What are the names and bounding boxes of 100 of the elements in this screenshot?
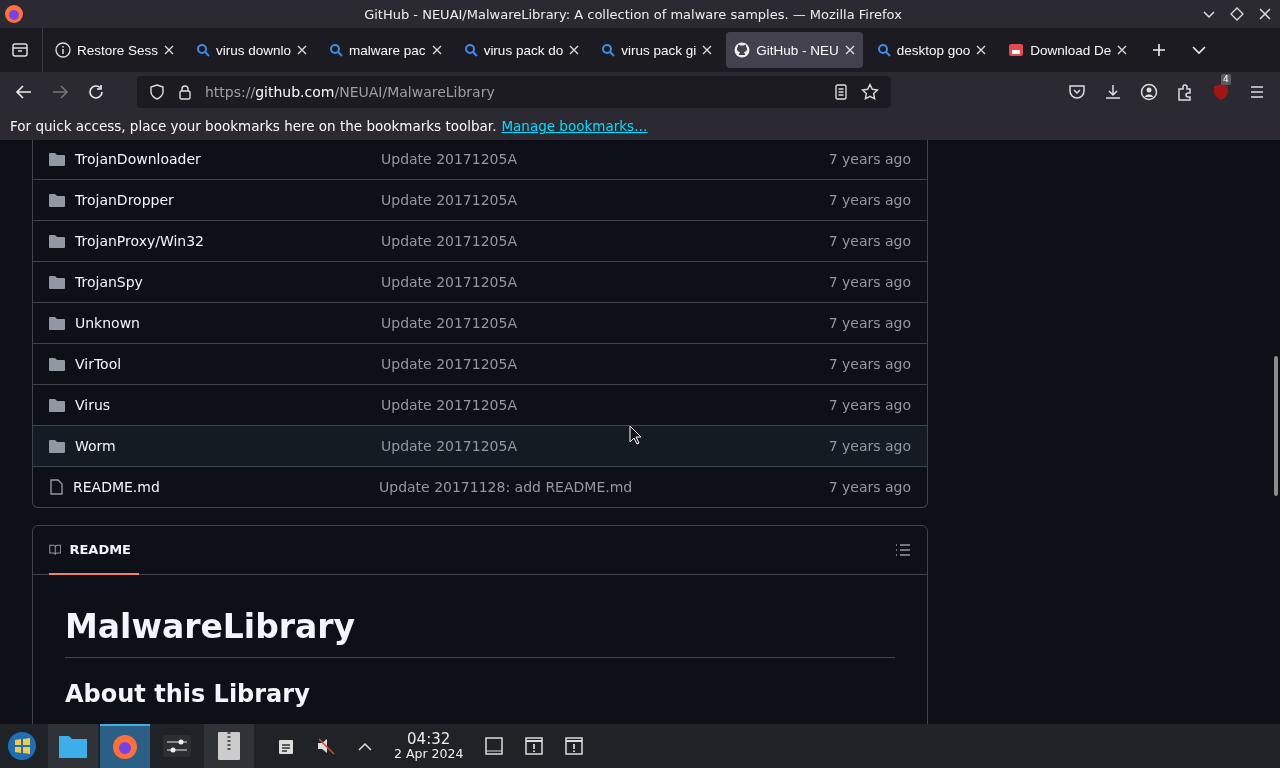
store-icon (1008, 42, 1025, 58)
search-icon (601, 43, 616, 57)
chevron-up-icon[interactable] (358, 741, 372, 751)
commit-message[interactable]: Update 20171205A (381, 315, 829, 331)
account-icon[interactable] (1140, 83, 1158, 101)
close-tab-icon[interactable] (297, 45, 308, 55)
archive-button[interactable] (204, 724, 254, 768)
commit-time: 7 years ago (828, 192, 912, 208)
file-name[interactable]: TrojanProxy/Win32 (75, 233, 381, 249)
reader-view-icon[interactable] (833, 84, 849, 100)
url-text: https://github.com/NEUAI/MalwareLibrary (205, 84, 495, 100)
folder-icon (49, 275, 65, 289)
commit-message[interactable]: Update 20171205A (381, 438, 829, 454)
file-row[interactable]: VirTool Update 20171205A 7 years ago (33, 344, 927, 385)
alert-window-icon[interactable] (525, 737, 544, 755)
info-icon (55, 42, 71, 58)
clock[interactable]: 04:32 2 Apr 2024 (394, 731, 464, 761)
window-icon[interactable] (485, 737, 504, 755)
sliders-icon (163, 735, 191, 757)
readme-title: MalwareLibrary (65, 607, 895, 658)
back-icon[interactable] (15, 83, 33, 101)
commit-message[interactable]: Update 20171205A (381, 233, 829, 249)
download-icon[interactable] (1104, 83, 1122, 101)
folder-icon (49, 234, 65, 248)
commit-time: 7 years ago (828, 356, 912, 372)
close-tab-icon[interactable] (431, 45, 442, 55)
start-menu-icon[interactable] (6, 730, 38, 762)
close-tab-icon[interactable] (702, 45, 713, 55)
commit-message[interactable]: Update 20171205A (381, 192, 829, 208)
commit-message[interactable]: Update 20171205A (381, 397, 829, 413)
file-name[interactable]: Worm (75, 438, 381, 454)
readme-tab[interactable]: README (49, 526, 139, 575)
file-row[interactable]: TrojanSpy Update 20171205A 7 years ago (33, 262, 927, 303)
file-row[interactable]: TrojanDownloader Update 20171205A 7 years ago (33, 140, 927, 180)
alert-window-icon[interactable] (565, 737, 584, 755)
github-icon (734, 42, 751, 58)
close-tab-icon[interactable] (164, 45, 175, 55)
file-name[interactable]: TrojanDownloader (75, 151, 381, 167)
browser-tab[interactable]: GitHub - NEU (726, 32, 863, 68)
file-name[interactable]: Virus (75, 397, 381, 413)
address-bar[interactable]: https://github.com/NEUAI/MalwareLibrary (137, 76, 891, 108)
folder-icon (49, 193, 65, 207)
tab-list-icon[interactable] (10, 40, 30, 60)
search-icon (196, 43, 211, 57)
search-icon (463, 43, 478, 57)
window-title: GitHub - NEUAI/MalwareLibrary: A collection of malware samples. — Mozilla Firefox (363, 6, 903, 22)
commit-time: 7 years ago (828, 438, 912, 454)
browser-tab[interactable]: desktop goo (868, 32, 995, 68)
file-row[interactable]: TrojanDropper Update 20171205A 7 years ago (33, 180, 927, 221)
close-icon[interactable] (1258, 7, 1272, 21)
manage-bookmarks-link[interactable]: Manage bookmarks… (501, 118, 648, 134)
close-tab-icon[interactable] (976, 45, 987, 55)
file-manager-button[interactable] (48, 724, 98, 768)
shield-icon (149, 84, 165, 100)
zipper-icon (218, 732, 240, 760)
file-name[interactable]: README.md (73, 479, 379, 495)
new-tab-icon[interactable] (1151, 42, 1168, 58)
close-tab-icon[interactable] (1117, 45, 1128, 55)
menu-icon[interactable] (1248, 83, 1266, 101)
clipboard-icon[interactable] (278, 737, 294, 755)
mouse-cursor-icon (629, 425, 643, 445)
firefox-button[interactable] (100, 724, 150, 768)
file-row[interactable]: README.md Update 20171128: add README.md 7 years ago (33, 467, 927, 507)
maximize-icon[interactable] (1230, 7, 1244, 21)
forward-icon (51, 83, 69, 101)
outline-icon[interactable] (895, 543, 911, 557)
file-name[interactable]: VirTool (75, 356, 381, 372)
search-icon (329, 43, 344, 57)
browser-tab[interactable]: virus pack gi (593, 32, 721, 68)
commit-time: 7 years ago (828, 397, 912, 413)
folder-icon (49, 398, 65, 412)
folder-icon (49, 152, 65, 166)
star-icon[interactable] (861, 83, 879, 101)
commit-message[interactable]: Update 20171205A (381, 274, 829, 290)
commit-message[interactable]: Update 20171128: add README.md (379, 479, 829, 495)
browser-tab[interactable]: Restore Sess (47, 32, 183, 68)
close-tab-icon[interactable] (844, 45, 855, 55)
muted-speaker-icon[interactable] (316, 737, 336, 755)
file-row[interactable]: Unknown Update 20171205A 7 years ago (33, 303, 927, 344)
commit-message[interactable]: Update 20171205A (381, 356, 829, 372)
pocket-icon[interactable] (1068, 83, 1086, 101)
file-row[interactable]: Worm Update 20171205A 7 years ago (33, 426, 927, 467)
reload-icon[interactable] (87, 83, 105, 101)
browser-tab[interactable]: Download De (1000, 32, 1136, 68)
file-row[interactable]: TrojanProxy/Win32 Update 20171205A 7 years ago (33, 221, 927, 262)
browser-tab[interactable]: virus downlo (188, 32, 316, 68)
search-icon (876, 43, 891, 57)
file-icon (49, 479, 63, 495)
file-name[interactable]: TrojanDropper (75, 192, 381, 208)
puzzle-icon[interactable] (1176, 83, 1194, 101)
close-tab-icon[interactable] (569, 45, 580, 55)
folder-icon (49, 357, 65, 371)
commit-time: 7 years ago (828, 315, 912, 331)
browser-tab[interactable]: virus pack do (455, 32, 588, 68)
file-name[interactable]: TrojanSpy (75, 274, 381, 290)
commit-message[interactable]: Update 20171205A (381, 151, 829, 167)
file-name[interactable]: Unknown (75, 315, 381, 331)
scrollbar[interactable] (1274, 356, 1278, 496)
commit-time: 7 years ago (828, 274, 912, 290)
browser-tab[interactable]: malware pac (321, 32, 450, 68)
